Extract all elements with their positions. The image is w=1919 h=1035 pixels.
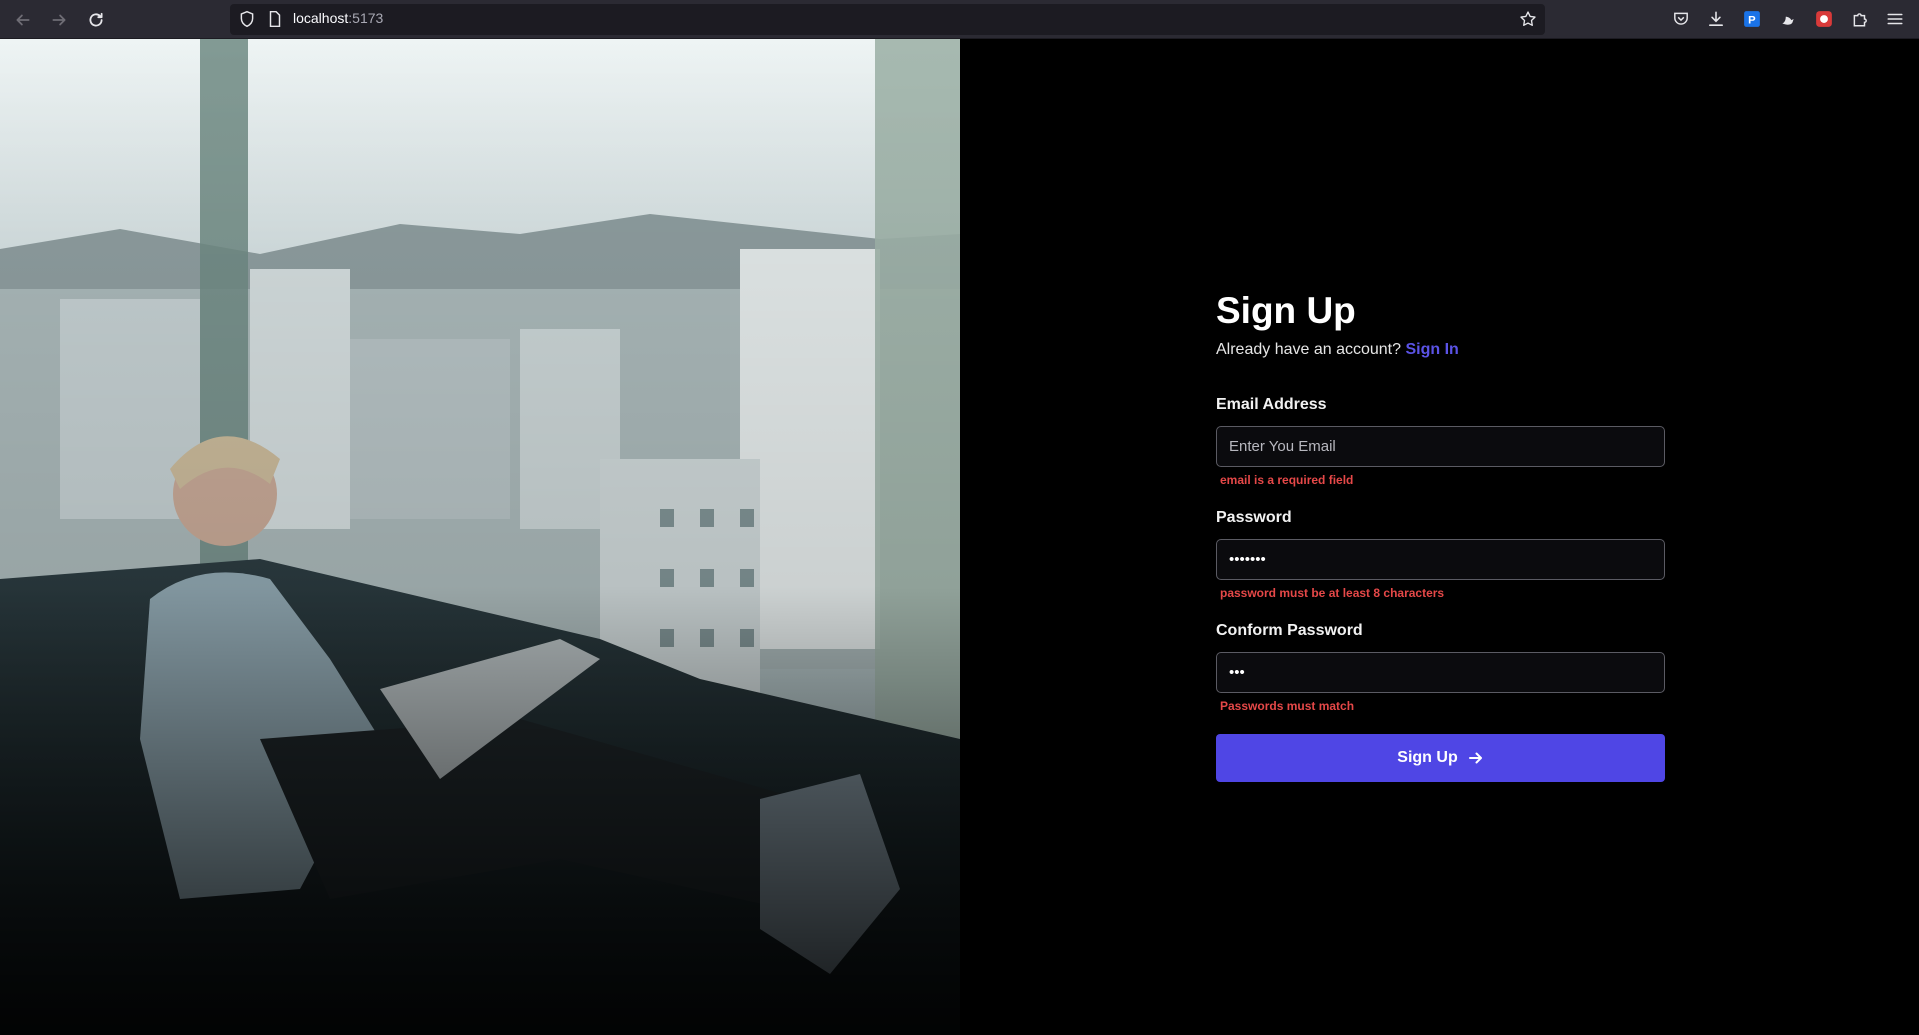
signin-prompt-text: Already have an account? [1216,341,1402,358]
confirm-password-label: Conform Password [1216,622,1363,639]
reload-button[interactable] [82,6,110,34]
extensions-puzzle-icon[interactable] [1850,9,1870,29]
confirm-password-field[interactable] [1216,652,1665,693]
extension-red-icon[interactable] [1814,9,1834,29]
back-button[interactable] [9,6,37,34]
signup-panel: Sign Up Already have an account? Sign In… [960,39,1919,1035]
url-host: localhost [293,10,349,26]
page-title: Sign Up [1216,290,1356,331]
menu-hamburger-icon[interactable] [1885,9,1905,29]
pocket-icon[interactable] [1671,9,1691,29]
password-error: password must be at least 8 characters [1220,586,1445,600]
confirm-password-group: Conform Password Passwords must match [1216,621,1665,714]
email-group: Email Address email is a required field [1216,395,1665,488]
url-text[interactable]: localhost:5173 [293,10,383,26]
signup-button[interactable]: Sign Up [1216,734,1665,782]
signup-button-label: Sign Up [1397,749,1458,766]
signin-link[interactable]: Sign In [1405,341,1458,358]
shield-icon[interactable] [238,10,256,28]
confirm-password-error: Passwords must match [1220,699,1355,713]
forward-button[interactable] [45,6,73,34]
url-port: :5173 [348,10,384,26]
page-icon [269,10,281,28]
extension-bird-icon[interactable] [1778,9,1798,29]
hero-image [0,39,960,1035]
bookmark-star-icon[interactable] [1519,10,1537,28]
arrow-left-icon [16,14,30,26]
signup-form: Sign Up Already have an account? Sign In… [1216,289,1665,782]
browser-toolbar: localhost:5173 P [0,0,1919,39]
email-error: email is a required field [1220,473,1354,487]
reload-icon [89,12,103,27]
arrow-right-icon [52,14,66,26]
password-label: Password [1216,509,1292,526]
address-bar[interactable]: localhost:5173 [230,4,1545,35]
email-field[interactable] [1216,426,1665,467]
svg-text:P: P [1748,15,1756,27]
download-icon[interactable] [1706,9,1726,29]
signin-prompt: Already have an account? Sign In [1216,339,1665,361]
arrow-right-icon [1468,752,1482,764]
password-group: Password password must be at least 8 cha… [1216,508,1665,601]
email-label: Email Address [1216,396,1327,413]
password-field[interactable] [1216,539,1665,580]
extension-p-icon[interactable]: P [1742,9,1762,29]
office-photo-illustration [0,39,960,1035]
